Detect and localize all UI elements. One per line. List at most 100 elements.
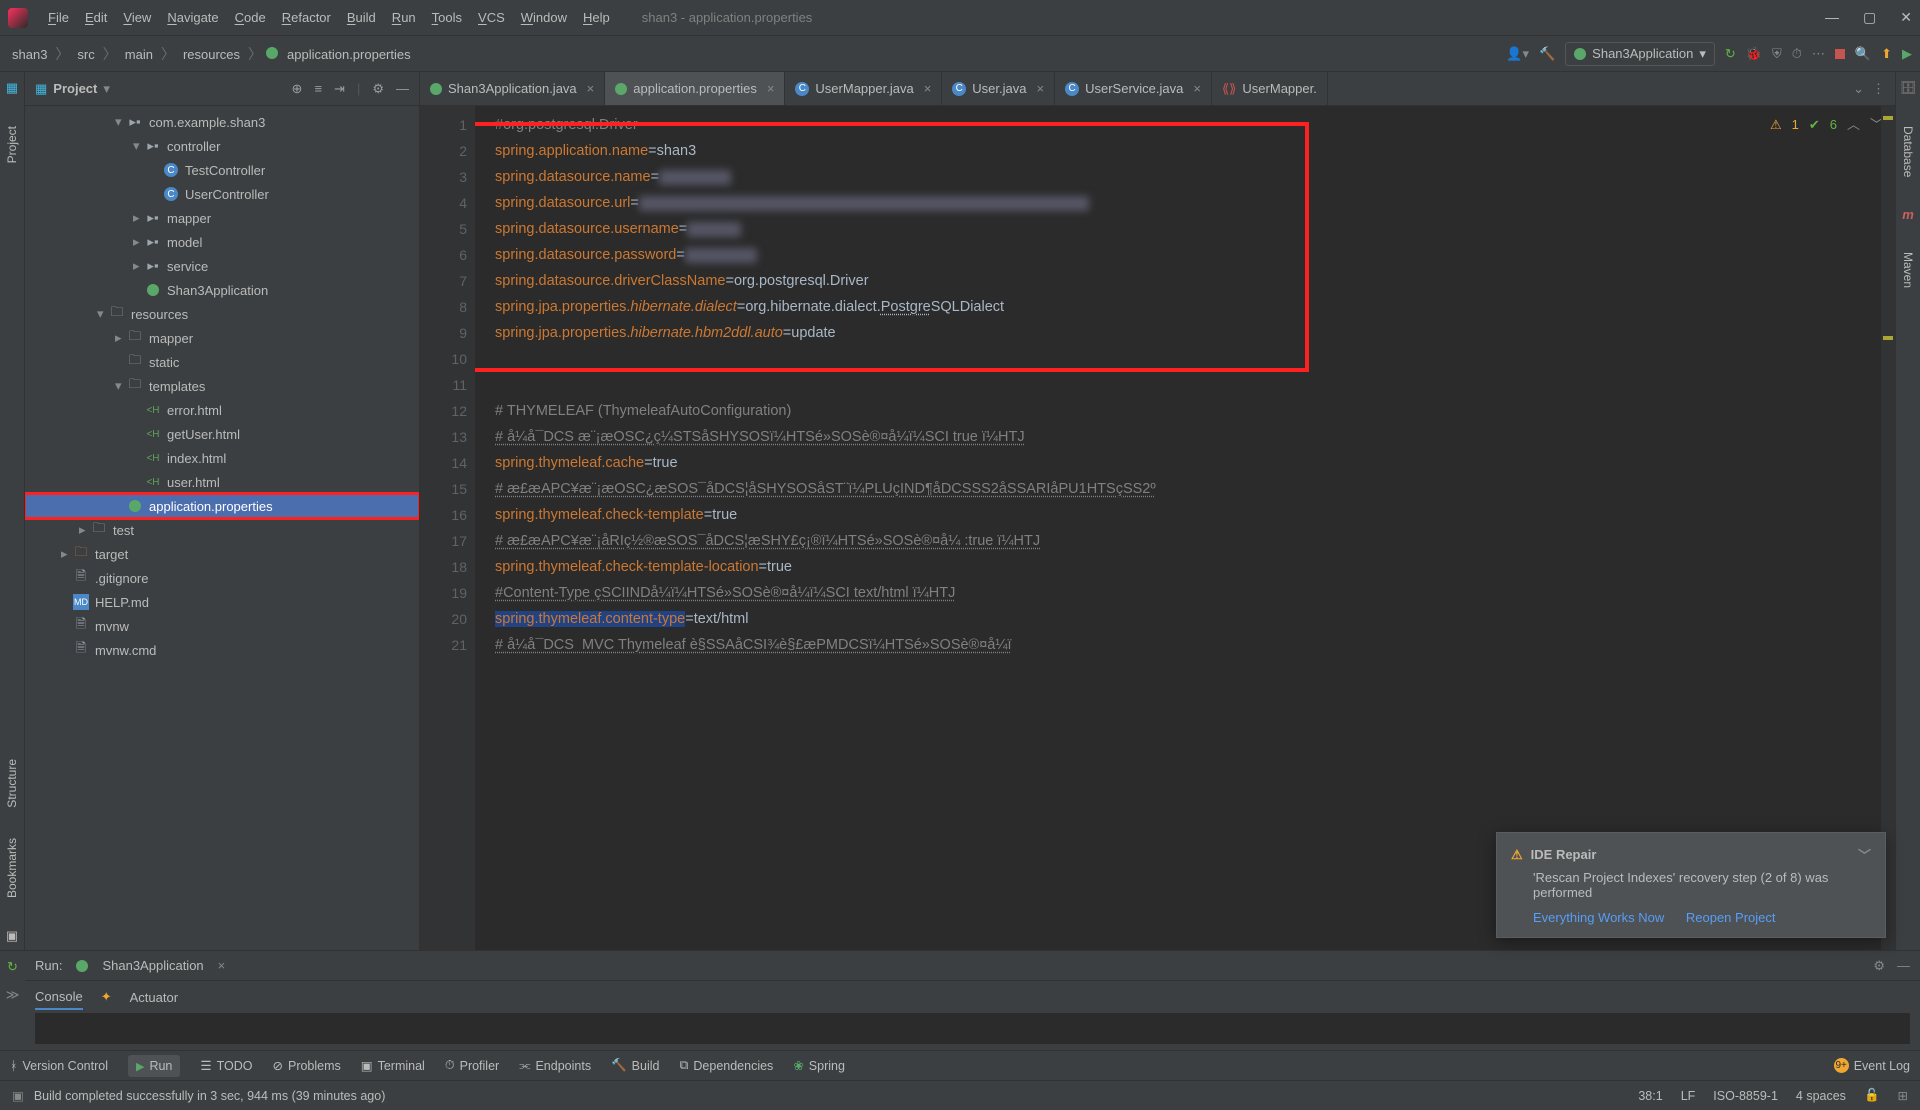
actuator-tab[interactable]: Actuator	[130, 986, 178, 1009]
dependencies-tool[interactable]: ⧉Dependencies	[679, 1058, 773, 1073]
status-tool-windows-icon[interactable]: ▣	[12, 1088, 24, 1103]
run-settings-icon[interactable]: ⚙	[1873, 958, 1885, 974]
tree-row[interactable]: 🗀static	[25, 350, 419, 374]
stop-button[interactable]	[1835, 49, 1845, 59]
maven-tool-label[interactable]: Maven	[1901, 252, 1915, 288]
code-editor[interactable]: ⚠1 ✔6 ︿ ﹀ #org.postgresql.Driverspring.a…	[475, 106, 1895, 950]
run-tool[interactable]: Run	[128, 1055, 180, 1077]
prev-highlight-icon[interactable]: ︿	[1847, 112, 1860, 138]
editor-scrollbar[interactable]	[1881, 106, 1895, 950]
menu-build[interactable]: Build	[339, 6, 384, 29]
code-line[interactable]	[495, 372, 1895, 398]
collapse-all-icon[interactable]: ⇥	[334, 81, 345, 97]
debug-icon[interactable]: 🐞	[1746, 46, 1762, 62]
project-tool-icon[interactable]: ▦	[6, 80, 18, 96]
tree-arrow-icon[interactable]: ▾	[115, 114, 127, 130]
maximize-button[interactable]: ▢	[1863, 9, 1876, 26]
code-line[interactable]: # THYMELEAF (ThymeleafAutoConfiguration)	[495, 398, 1895, 424]
code-line[interactable]: spring.datasource.password=	[495, 242, 1895, 268]
code-line[interactable]: # æ£æAPC¥æ¨¡æOSC¿æSOS¯åDCS¦åSHYSOSåST¨ï¼…	[495, 476, 1895, 502]
code-line[interactable]: spring.application.name=shan3	[495, 138, 1895, 164]
problems-tool[interactable]: ⊘Problems	[273, 1058, 341, 1073]
code-line[interactable]: spring.jpa.properties.hibernate.dialect=…	[495, 294, 1895, 320]
sync-icon[interactable]: ⬆	[1881, 46, 1892, 62]
close-run-tab-icon[interactable]: ×	[218, 958, 226, 973]
code-line[interactable]: # å¼å¯DCS æ¨¡æOSC¿ç¼STSåSHYSOSï¼HTSé»SOS…	[495, 424, 1895, 450]
indent-setting[interactable]: 4 spaces	[1796, 1089, 1846, 1103]
code-line[interactable]: spring.thymeleaf.check-template=true	[495, 502, 1895, 528]
structure-tool-label[interactable]: Structure	[5, 759, 19, 808]
spring-tool[interactable]: ❀Spring	[793, 1058, 845, 1073]
close-tab-icon[interactable]: ×	[924, 81, 932, 96]
coverage-icon[interactable]: ⛨	[1772, 46, 1782, 62]
editor-tab[interactable]: CUser.java×	[942, 72, 1055, 105]
tree-row[interactable]: <HgetUser.html	[25, 422, 419, 446]
tree-row[interactable]: ▾🗀resources	[25, 302, 419, 326]
tree-row[interactable]: ▸🗀target	[25, 542, 419, 566]
close-tab-icon[interactable]: ×	[1193, 81, 1201, 96]
breadcrumb-item[interactable]: application.properties	[283, 47, 415, 62]
menu-tools[interactable]: Tools	[424, 6, 470, 29]
menu-vcs[interactable]: VCS	[470, 6, 513, 29]
menu-run[interactable]: Run	[384, 6, 424, 29]
tree-row[interactable]: application.properties	[25, 494, 419, 518]
bookmarks-tool-label[interactable]: Bookmarks	[5, 838, 19, 898]
maven-tool-icon[interactable]: m	[1902, 207, 1914, 222]
project-view-icon[interactable]: ▦	[35, 81, 47, 97]
tree-row[interactable]: ▸▸▪model	[25, 230, 419, 254]
profile-icon[interactable]: ⏱	[1792, 46, 1802, 62]
hide-run-icon[interactable]: —	[1897, 958, 1910, 974]
file-encoding[interactable]: ISO-8859-1	[1713, 1089, 1778, 1103]
menu-file[interactable]: File	[40, 6, 77, 29]
tabs-dropdown-icon[interactable]: ⌄	[1853, 81, 1864, 97]
breadcrumb-item[interactable]: shan3	[8, 47, 51, 62]
tree-arrow-icon[interactable]: ▸	[133, 234, 145, 250]
close-tab-icon[interactable]: ×	[587, 81, 595, 96]
console-tab[interactable]: Console	[35, 985, 83, 1010]
code-line[interactable]: spring.jpa.properties.hibernate.hbm2ddl.…	[495, 320, 1895, 346]
close-window-button[interactable]: ✕	[1900, 9, 1912, 26]
editor-tab[interactable]: CUserService.java×	[1055, 72, 1212, 105]
more-run-icon[interactable]: ⋯	[1812, 46, 1825, 62]
notif-action-reopen[interactable]: Reopen Project	[1686, 910, 1776, 925]
tree-row[interactable]: ▸▸▪service	[25, 254, 419, 278]
tree-row[interactable]: ▾▸▪com.example.shan3	[25, 110, 419, 134]
menu-window[interactable]: Window	[513, 6, 575, 29]
code-line[interactable]: # å¼å¯DCS MVC Thymeleaf è§SSAåCSI¾è§£æPM…	[495, 632, 1895, 658]
code-line[interactable]: spring.thymeleaf.check-template-location…	[495, 554, 1895, 580]
minimize-button[interactable]: —	[1825, 9, 1839, 26]
rerun-icon[interactable]: ↻	[7, 959, 18, 975]
tree-row[interactable]: ▸▸▪mapper	[25, 206, 419, 230]
tree-arrow-icon[interactable]: ▾	[133, 138, 145, 154]
rerun-icon[interactable]: ↻	[1725, 46, 1736, 62]
breadcrumb-item[interactable]: resources	[179, 47, 244, 62]
close-tab-icon[interactable]: ×	[767, 81, 775, 96]
ide-services-icon[interactable]: ▶	[1902, 46, 1912, 62]
project-tree[interactable]: ▾▸▪com.example.shan3▾▸▪controllerCTestCo…	[25, 106, 419, 950]
tree-row[interactable]: CUserController	[25, 182, 419, 206]
menu-view[interactable]: View	[115, 6, 159, 29]
tree-row[interactable]: ▸🗀mapper	[25, 326, 419, 350]
tree-row[interactable]: <Herror.html	[25, 398, 419, 422]
version-control-tool[interactable]: ᚼVersion Control	[10, 1059, 108, 1073]
console-output[interactable]	[35, 1013, 1910, 1044]
tree-arrow-icon[interactable]: ▾	[97, 306, 109, 322]
build-hammer-icon[interactable]: 🔨	[1539, 46, 1555, 62]
editor-tab[interactable]: ⟪⟫UserMapper.	[1212, 72, 1328, 105]
database-tool-icon[interactable]: 🗄	[1900, 80, 1917, 96]
profiler-tool[interactable]: ⏱Profiler	[445, 1058, 499, 1073]
tree-row[interactable]: CTestController	[25, 158, 419, 182]
breadcrumb-item[interactable]: main	[121, 47, 157, 62]
tree-row[interactable]: <Hindex.html	[25, 446, 419, 470]
tree-arrow-icon[interactable]: ▸	[115, 330, 127, 346]
menu-help[interactable]: Help	[575, 6, 618, 29]
expand-all-icon[interactable]: ≡	[314, 81, 322, 97]
line-separator[interactable]: LF	[1681, 1089, 1696, 1103]
code-line[interactable]: spring.thymeleaf.content-type=text/html	[495, 606, 1895, 632]
editor-tab[interactable]: CUserMapper.java×	[785, 72, 942, 105]
more-icon[interactable]: ≫	[6, 987, 20, 1003]
chevron-down-icon[interactable]: ▾	[103, 81, 110, 97]
tree-row[interactable]: 🗎.gitignore	[25, 566, 419, 590]
tree-arrow-icon[interactable]: ▸	[61, 546, 73, 562]
memory-indicator[interactable]: ⊞	[1898, 1088, 1908, 1103]
